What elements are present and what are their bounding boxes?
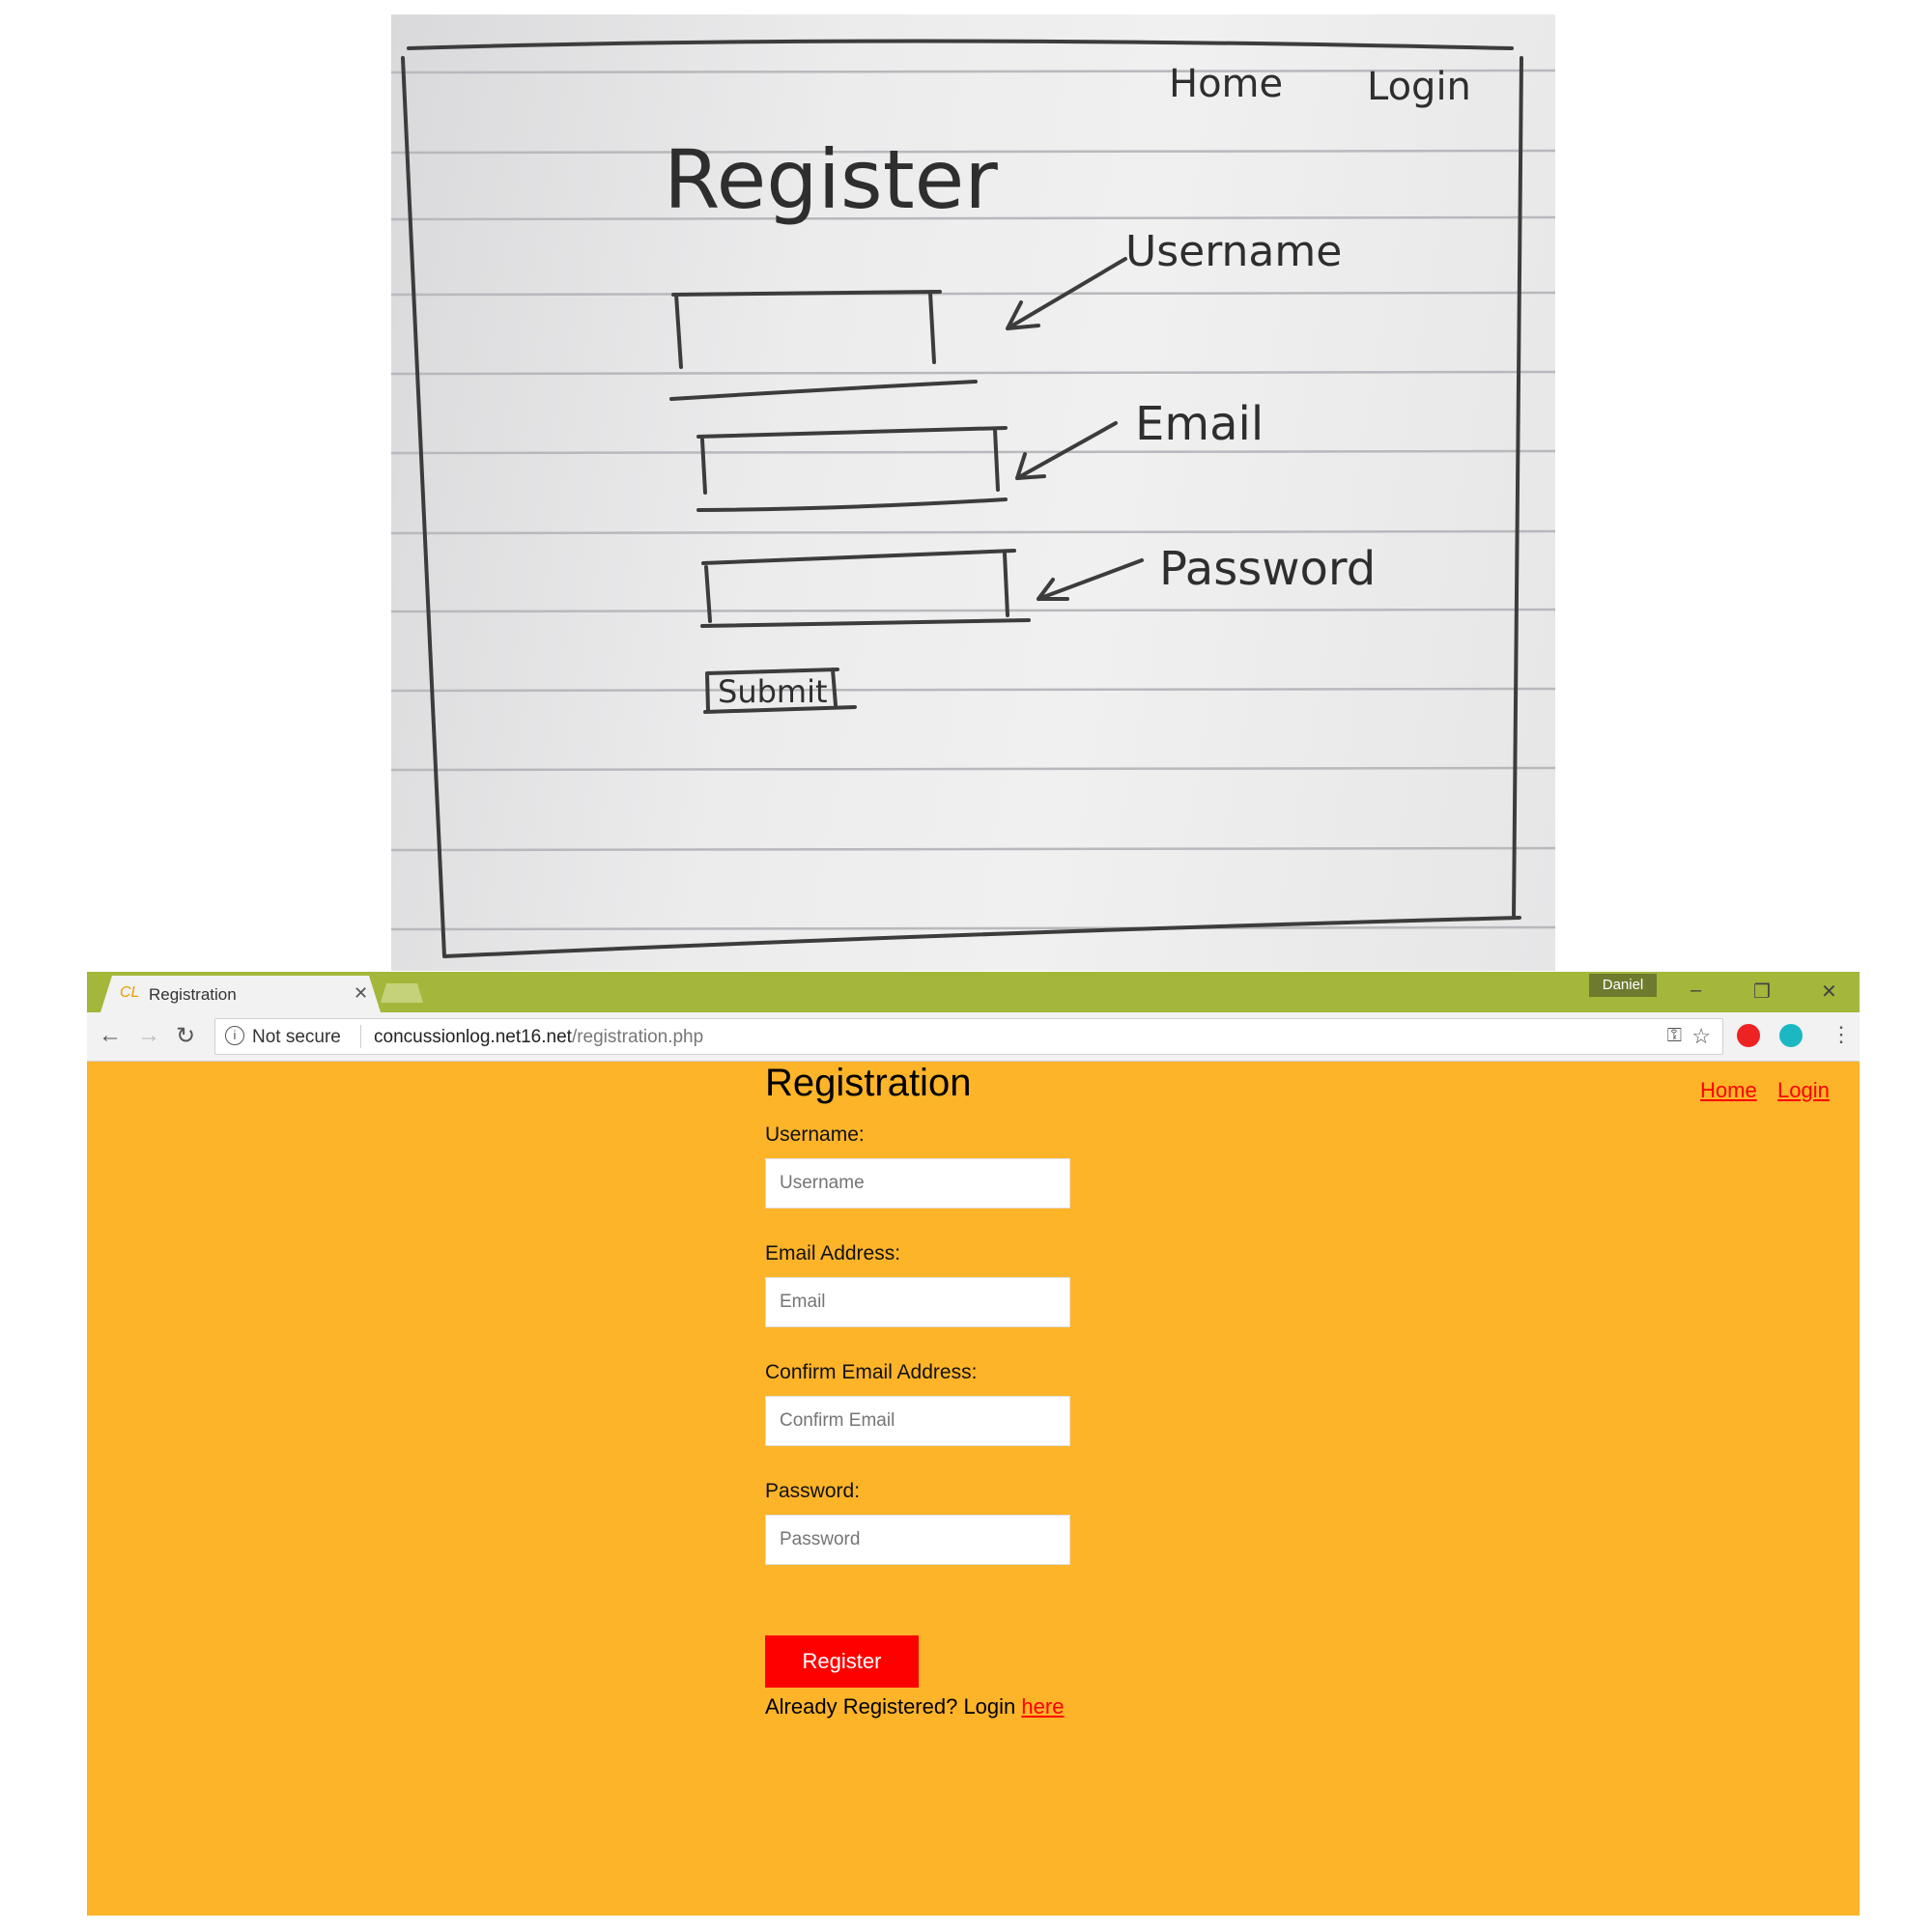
already-registered-text: Already Registered? Login here [765,1694,1064,1719]
sketch-nav-login: Login [1367,65,1471,109]
confirm-email-input[interactable] [765,1396,1070,1446]
username-input[interactable] [765,1158,1070,1208]
sketch-submit-label: Submit [718,673,828,710]
sketch-label-password: Password [1159,542,1376,596]
favicon-icon: CL [120,984,140,1001]
tab-registration[interactable]: CL Registration ✕ [100,976,381,1012]
extension-icon[interactable] [1779,1024,1803,1047]
password-input[interactable] [765,1515,1070,1565]
menu-kebab-icon[interactable]: ⋮ [1831,1022,1852,1047]
extension-icon[interactable] [1737,1024,1760,1047]
nav-login-link[interactable]: Login [1777,1078,1830,1103]
tab-strip: CL Registration ✕ Daniel – ❐ ✕ [87,972,1860,1012]
url-host: concussionlog.net16.net [374,1027,572,1047]
register-button[interactable]: Register [765,1635,919,1688]
browser-window: CL Registration ✕ Daniel – ❐ ✕ ← → ↻ i N… [87,972,1860,1916]
back-arrow-icon[interactable]: ← [99,1022,122,1049]
sketch-label-email: Email [1135,397,1264,451]
nav-home-link[interactable]: Home [1700,1078,1757,1103]
key-icon[interactable]: ⚿ [1667,1025,1682,1047]
sketch-password-arrow [1037,558,1144,601]
email-input[interactable] [765,1277,1070,1327]
sketch-username-box [669,290,978,401]
sketch-label-username: Username [1125,227,1342,276]
window-close-icon[interactable]: ✕ [1821,980,1837,1004]
tab-title: Registration [149,985,237,1004]
restore-icon[interactable]: ❐ [1753,980,1771,1004]
login-here-link[interactable]: here [1021,1694,1064,1719]
security-label[interactable]: Not secure [252,1027,341,1048]
url-path: /registration.php [571,1027,704,1047]
forward-arrow-icon[interactable]: → [137,1022,160,1049]
sketch-title: Register [664,132,998,227]
sketch-password-box [700,549,1031,628]
browser-toolbar: ← → ↻ i Not secure concussionlog.net16.n… [87,1012,1860,1062]
confirm-email-label: Confirm Email Address: [765,1361,978,1383]
address-bar[interactable]: i Not secure concussionlog.net16.net/reg… [214,1018,1723,1055]
info-icon[interactable]: i [225,1026,244,1045]
email-label: Email Address: [765,1242,901,1264]
wireframe-sketch: Home Login Register Username Email Passw… [391,14,1555,971]
url-text[interactable]: concussionlog.net16.net/registration.php [374,1027,703,1048]
sketch-nav-home: Home [1169,62,1283,106]
sketch-email-arrow [1015,421,1118,480]
address-separator [360,1025,361,1048]
page-content: Registration Home Login Username: Email … [87,1062,1860,1916]
password-label: Password: [765,1480,861,1502]
username-label: Username: [765,1123,865,1146]
page-title: Registration [765,1062,972,1104]
sketch-email-box [696,426,1008,512]
already-registered-label: Already Registered? Login [765,1694,1016,1719]
minimize-icon[interactable]: – [1690,980,1701,1002]
profile-badge[interactable]: Daniel [1589,974,1657,997]
tab-close-icon[interactable]: ✕ [354,983,368,1004]
new-tab-button[interactable] [381,983,423,1003]
reload-icon[interactable]: ↻ [176,1022,195,1050]
bookmark-star-icon[interactable]: ☆ [1691,1024,1711,1049]
sketch-drawing: Home Login Register Username Email Passw… [391,39,1555,958]
